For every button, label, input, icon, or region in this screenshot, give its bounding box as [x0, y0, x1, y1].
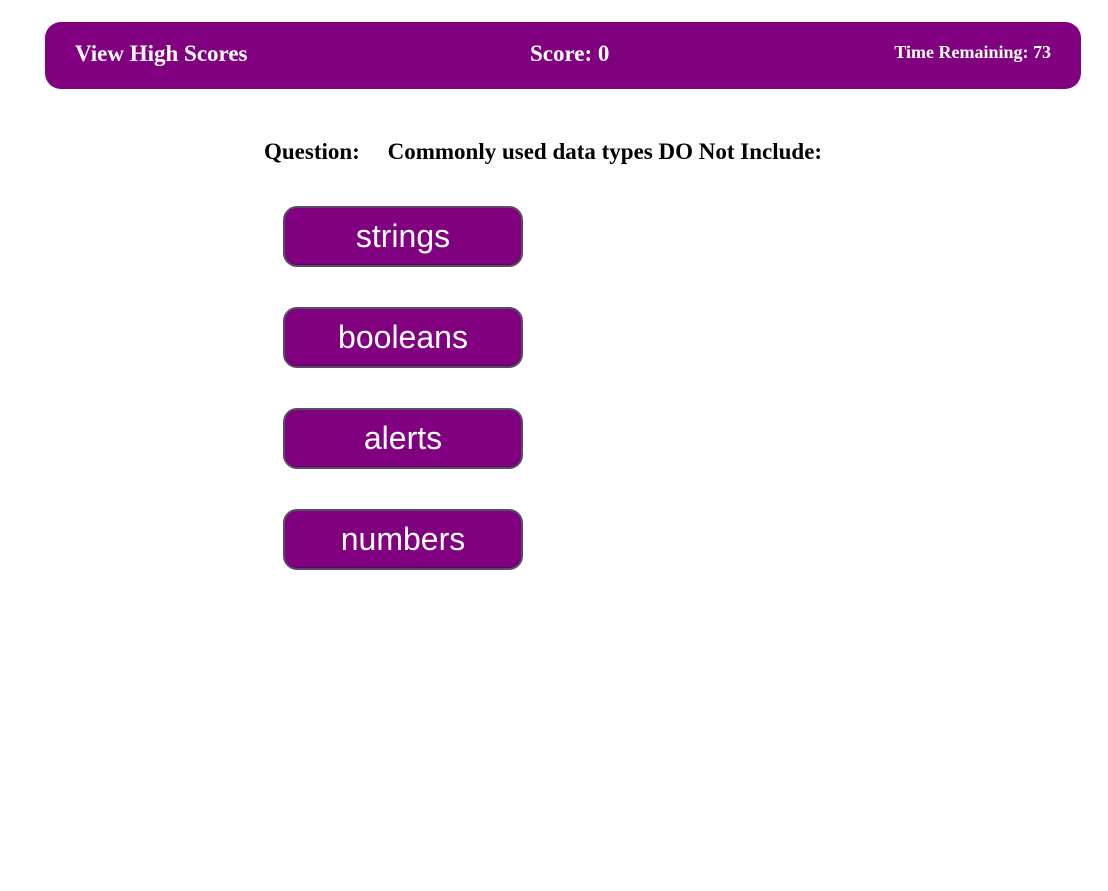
view-high-scores-link[interactable]: View High Scores	[75, 41, 248, 67]
top-bar: View High Scores Score: 0 Time Remaining…	[45, 22, 1081, 89]
time-remaining-display: Time Remaining: 73	[894, 42, 1051, 62]
answer-button-booleans[interactable]: booleans	[283, 307, 523, 368]
question-text: Commonly used data types DO Not Include:	[387, 139, 823, 164]
score-display: Score: 0	[530, 41, 610, 66]
question-label: Question:	[264, 139, 360, 164]
answer-list: strings booleans alerts numbers	[283, 206, 523, 610]
answer-button-numbers[interactable]: numbers	[283, 509, 523, 570]
question-heading: Question: Commonly used data types DO No…	[264, 139, 822, 165]
answer-button-alerts[interactable]: alerts	[283, 408, 523, 469]
answer-button-strings[interactable]: strings	[283, 206, 523, 267]
